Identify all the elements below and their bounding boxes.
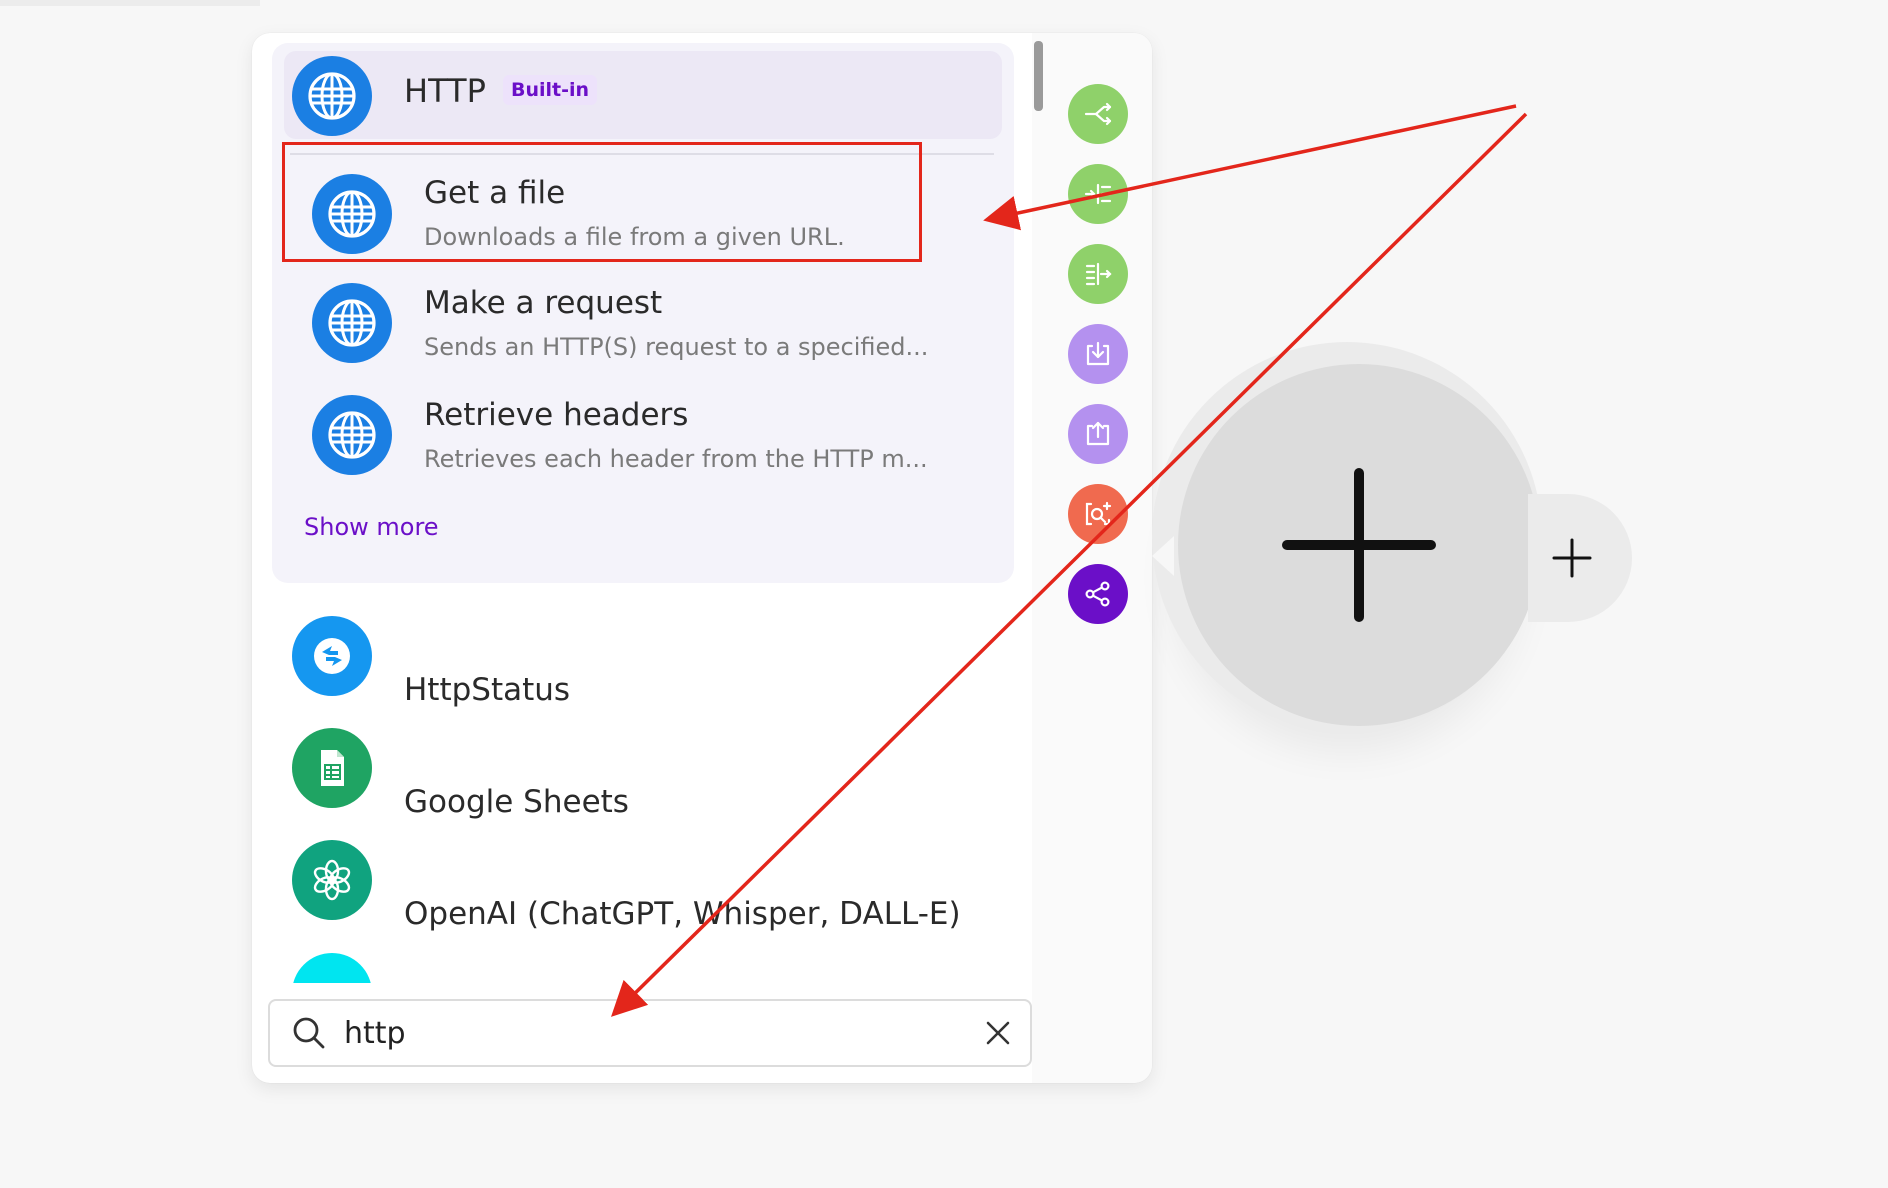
app-name: HttpStatus — [404, 672, 571, 708]
openai-icon — [292, 840, 372, 920]
search-input[interactable] — [344, 1013, 944, 1053]
annotation-highlight-box — [282, 142, 922, 262]
export-tool-button[interactable] — [1068, 404, 1128, 464]
app-item-partial — [292, 951, 372, 983]
globe-icon — [312, 283, 392, 363]
module-description: Retrieves each header from the HTTP m... — [424, 445, 928, 473]
add-module-button[interactable] — [1178, 364, 1540, 726]
aggregator-tool-button[interactable] — [1068, 244, 1128, 304]
app-name: OpenAI (ChatGPT, Whisper, DALL-E) — [404, 896, 961, 932]
import-tool-button[interactable] — [1068, 324, 1128, 384]
iterator-icon — [1084, 183, 1112, 205]
top-strip — [0, 0, 260, 6]
add-next-module-button[interactable] — [1528, 494, 1632, 622]
show-more-link[interactable]: Show more — [304, 515, 439, 539]
module-description: Sends an HTTP(S) request to a specified.… — [424, 333, 929, 361]
module-title: Retrieve headers — [424, 397, 689, 433]
router-icon — [1084, 102, 1112, 126]
export-icon — [1086, 421, 1110, 446]
http-app-title: HTTP — [404, 72, 486, 110]
scrollbar-thumb[interactable] — [1034, 41, 1043, 111]
share-tool-button[interactable] — [1068, 564, 1128, 624]
node-pointer-notch — [1152, 536, 1174, 576]
search-bar — [268, 999, 1032, 1067]
http-group-header[interactable] — [284, 51, 1002, 139]
globe-icon — [308, 72, 356, 120]
app-name: Google Sheets — [404, 784, 629, 820]
httpstatus-icon — [292, 616, 372, 696]
search-add-icon — [1085, 501, 1112, 526]
router-tool-button[interactable] — [1068, 84, 1128, 144]
globe-icon — [312, 395, 392, 475]
partial-app-icon — [292, 953, 372, 983]
iterator-tool-button[interactable] — [1068, 164, 1128, 224]
google-sheets-icon — [292, 728, 372, 808]
plus-icon — [1552, 538, 1592, 578]
search-add-tool-button[interactable] — [1068, 484, 1128, 544]
http-globe-icon — [292, 56, 372, 136]
plus-icon — [1282, 468, 1436, 622]
built-in-badge: Built-in — [503, 75, 598, 105]
scenario-canvas: HTTP Built-in Get a file Downloads a fil… — [0, 0, 1888, 1188]
close-icon[interactable] — [984, 1019, 1012, 1047]
search-icon — [293, 1017, 325, 1049]
import-icon — [1086, 341, 1110, 366]
aggregator-icon — [1085, 262, 1112, 286]
module-title: Make a request — [424, 285, 663, 321]
share-icon — [1085, 581, 1110, 607]
